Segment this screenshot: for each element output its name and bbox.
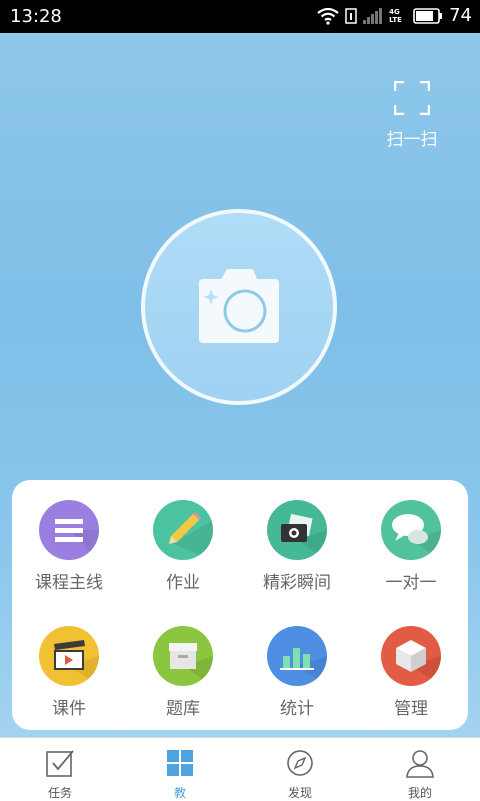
photo-icon <box>267 500 327 560</box>
scan-label: 扫一扫 <box>386 130 438 150</box>
tab-label: 发现 <box>287 786 312 800</box>
cube-icon <box>381 626 441 686</box>
feature-panel: 课程主线 作业 精彩瞬间 一对一 课件 题库 统计 管理 <box>12 480 468 730</box>
tab-discover[interactable]: 发现 <box>240 738 360 801</box>
grid-label: 作业 <box>166 573 200 593</box>
grid-label: 课件 <box>52 699 86 719</box>
tab-tasks[interactable]: 任务 <box>0 738 120 801</box>
battery-icon <box>413 7 443 24</box>
grid-item-courseware[interactable]: 课件 <box>12 626 126 719</box>
tab-label: 任务 <box>47 786 72 800</box>
archive-box-icon <box>153 626 213 686</box>
pencil-icon <box>153 500 213 560</box>
scan-button[interactable]: 扫一扫 <box>382 80 442 150</box>
grid-item-course-mainline[interactable]: 课程主线 <box>12 500 126 593</box>
bottom-tab-bar: 任务 教 发现 我的 <box>0 737 480 801</box>
tab-mine[interactable]: 我的 <box>360 738 480 801</box>
camera-button[interactable] <box>141 209 337 405</box>
checkbox-icon <box>46 750 74 777</box>
grid-icon <box>167 750 193 776</box>
tab-label: 我的 <box>407 786 432 800</box>
status-time: 13:28 <box>10 6 62 27</box>
grid-label: 题库 <box>166 699 200 719</box>
status-bar: 13:28 4G LTE 74 <box>0 0 480 33</box>
grid-item-management[interactable]: 管理 <box>354 626 468 719</box>
sim-icon <box>345 7 357 24</box>
clapperboard-icon <box>39 626 99 686</box>
grid-item-homework[interactable]: 作业 <box>126 500 240 593</box>
status-icons: 4G LTE 74 <box>317 5 472 26</box>
bar-chart-icon <box>267 626 327 686</box>
tab-label: 教 <box>173 786 186 800</box>
wifi-icon <box>317 7 339 25</box>
grid-label: 统计 <box>280 699 314 719</box>
grid-label: 精彩瞬间 <box>263 573 331 593</box>
network-type: 4G LTE <box>389 7 402 24</box>
battery-level: 74 <box>449 5 472 26</box>
scan-icon <box>393 80 431 116</box>
compass-icon <box>287 750 313 776</box>
grid-item-question-bank[interactable]: 题库 <box>126 626 240 719</box>
signal-icon <box>363 7 383 24</box>
grid-item-highlights[interactable]: 精彩瞬间 <box>240 500 354 593</box>
grid-label: 管理 <box>394 699 428 719</box>
grid-label: 课程主线 <box>35 573 103 593</box>
chat-icon <box>381 500 441 560</box>
grid-item-one-on-one[interactable]: 一对一 <box>354 500 468 593</box>
grid-label: 一对一 <box>385 573 437 593</box>
list-icon <box>39 500 99 560</box>
camera-icon <box>199 269 279 343</box>
user-icon <box>406 750 434 778</box>
grid-item-statistics[interactable]: 统计 <box>240 626 354 719</box>
tab-teach[interactable]: 教 <box>120 738 240 801</box>
